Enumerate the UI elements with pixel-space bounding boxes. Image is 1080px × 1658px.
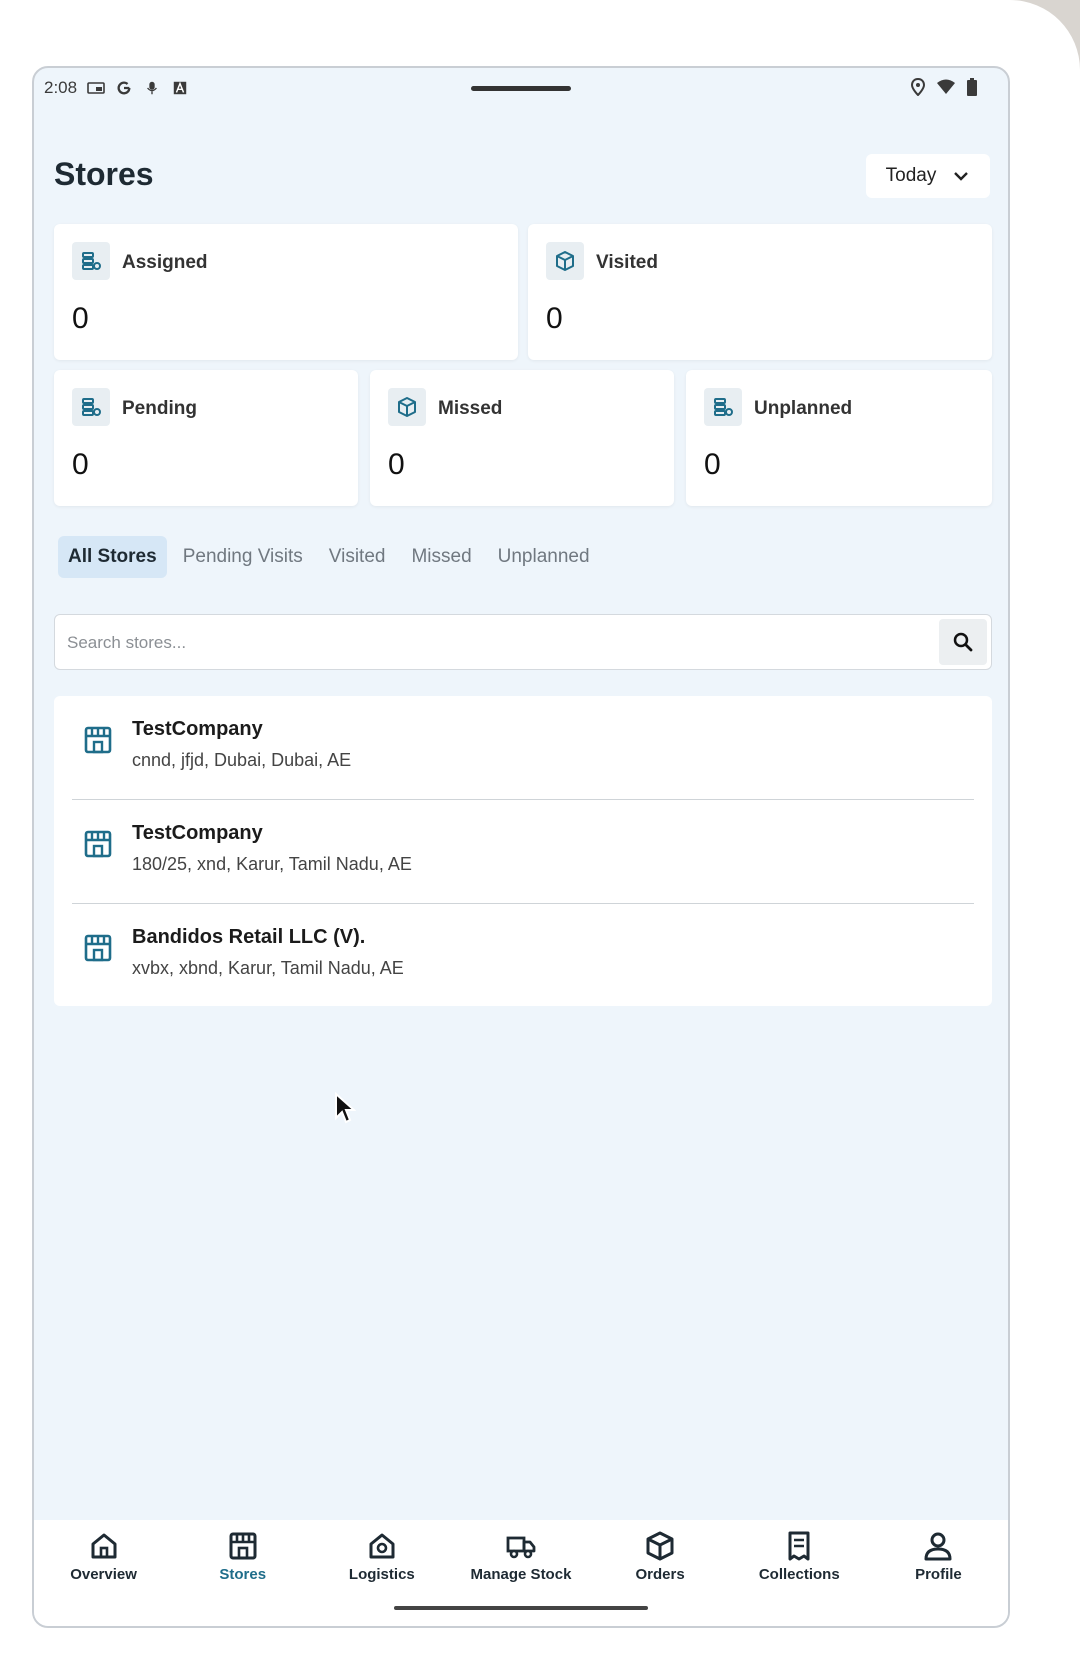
store-list-item[interactable]: TestCompany cnnd, jfjd, Dubai, Dubai, AE xyxy=(54,696,992,800)
package-icon xyxy=(646,1531,674,1561)
nav-collections[interactable]: Collections xyxy=(734,1530,864,1626)
summary-value: 0 xyxy=(546,302,563,335)
store-stack-icon xyxy=(704,388,742,426)
google-icon xyxy=(117,81,131,95)
summary-value: 0 xyxy=(72,448,89,481)
tab-visited[interactable]: Visited xyxy=(319,536,396,578)
storefront-icon xyxy=(229,1532,257,1560)
date-filter-dropdown[interactable]: Today xyxy=(866,154,990,198)
device-screen: 2:08 Stores Today Assigned 0 Visited 0 P… xyxy=(32,66,1010,1628)
summary-card-visited[interactable]: Visited 0 xyxy=(528,224,992,360)
store-filter-tabs: All Stores Pending Visits Visited Missed… xyxy=(58,536,600,578)
battery-icon xyxy=(967,78,977,96)
store-name: TestCompany xyxy=(132,822,263,844)
tab-unplanned[interactable]: Unplanned xyxy=(488,536,600,578)
home-icon xyxy=(91,1533,117,1559)
nav-manage-stock[interactable]: Manage Stock xyxy=(456,1530,586,1626)
nav-label: Collections xyxy=(758,1566,840,1583)
storefront-icon xyxy=(84,830,112,858)
app-a-icon xyxy=(173,81,187,95)
nav-logistics[interactable]: Logistics xyxy=(317,1530,447,1626)
search-button[interactable] xyxy=(939,619,987,665)
storefront-icon xyxy=(84,726,112,754)
truck-icon xyxy=(506,1536,536,1559)
page-title: Stores xyxy=(54,156,154,192)
nav-label: Logistics xyxy=(348,1566,415,1583)
store-list-item[interactable]: Bandidos Retail LLC (V). xvbx, xbnd, Kar… xyxy=(54,904,992,1008)
receipt-icon xyxy=(788,1531,810,1561)
summary-card-unplanned[interactable]: Unplanned 0 xyxy=(686,370,992,506)
summary-label: Unplanned xyxy=(754,398,853,419)
tab-pending-visits[interactable]: Pending Visits xyxy=(173,536,313,578)
summary-card-missed[interactable]: Missed 0 xyxy=(370,370,674,506)
cast-icon xyxy=(87,82,105,94)
chevron-down-icon xyxy=(954,172,969,181)
tab-missed[interactable]: Missed xyxy=(401,536,481,578)
summary-label: Assigned xyxy=(122,252,208,273)
summary-value: 0 xyxy=(388,448,405,481)
tab-all-stores[interactable]: All Stores xyxy=(58,536,167,578)
mic-icon xyxy=(147,81,158,95)
store-stack-icon xyxy=(72,388,110,426)
bottom-nav: Overview Stores Logistics Manage Stock O… xyxy=(34,1520,1008,1626)
nav-profile[interactable]: Profile xyxy=(873,1530,1003,1626)
status-bar: 2:08 xyxy=(34,68,1008,108)
store-name: TestCompany xyxy=(132,718,263,740)
nav-stores[interactable]: Stores xyxy=(178,1530,308,1626)
search-input[interactable] xyxy=(67,625,887,661)
nav-overview[interactable]: Overview xyxy=(39,1530,169,1626)
wifi-icon xyxy=(937,79,955,94)
logistics-icon xyxy=(369,1533,395,1559)
nav-label: Orders xyxy=(635,1566,685,1583)
home-indicator xyxy=(394,1606,648,1610)
summary-label: Missed xyxy=(438,398,503,419)
summary-value: 0 xyxy=(72,302,89,335)
summary-card-pending[interactable]: Pending 0 xyxy=(54,370,358,506)
box-icon xyxy=(546,242,584,280)
nav-label: Overview xyxy=(70,1566,137,1583)
summary-value: 0 xyxy=(704,448,721,481)
nav-label: Profile xyxy=(915,1566,962,1583)
storefront-icon xyxy=(84,934,112,962)
location-icon xyxy=(910,78,926,96)
store-address: cnnd, jfjd, Dubai, Dubai, AE xyxy=(132,750,352,770)
nav-label: Stores xyxy=(219,1566,267,1583)
summary-card-assigned[interactable]: Assigned 0 xyxy=(54,224,518,360)
store-list-item[interactable]: TestCompany 180/25, xnd, Karur, Tamil Na… xyxy=(54,800,992,904)
camera-pill xyxy=(471,86,571,91)
store-name: Bandidos Retail LLC (V). xyxy=(132,926,366,948)
store-stack-icon xyxy=(72,242,110,280)
date-filter-value: Today xyxy=(885,165,937,186)
nav-label: Manage Stock xyxy=(470,1566,572,1583)
summary-label: Pending xyxy=(122,398,197,419)
person-icon xyxy=(924,1532,952,1561)
box-icon xyxy=(388,388,426,426)
store-address: 180/25, xnd, Karur, Tamil Nadu, AE xyxy=(132,854,412,874)
store-address: xvbx, xbnd, Karur, Tamil Nadu, AE xyxy=(132,958,404,978)
search-icon xyxy=(953,632,973,652)
nav-orders[interactable]: Orders xyxy=(595,1530,725,1626)
search-bar xyxy=(54,614,992,670)
summary-label: Visited xyxy=(596,252,658,273)
store-list: TestCompany cnnd, jfjd, Dubai, Dubai, AE… xyxy=(54,696,992,1006)
status-time: 2:08 xyxy=(44,78,78,97)
mouse-cursor-icon xyxy=(335,1092,356,1124)
